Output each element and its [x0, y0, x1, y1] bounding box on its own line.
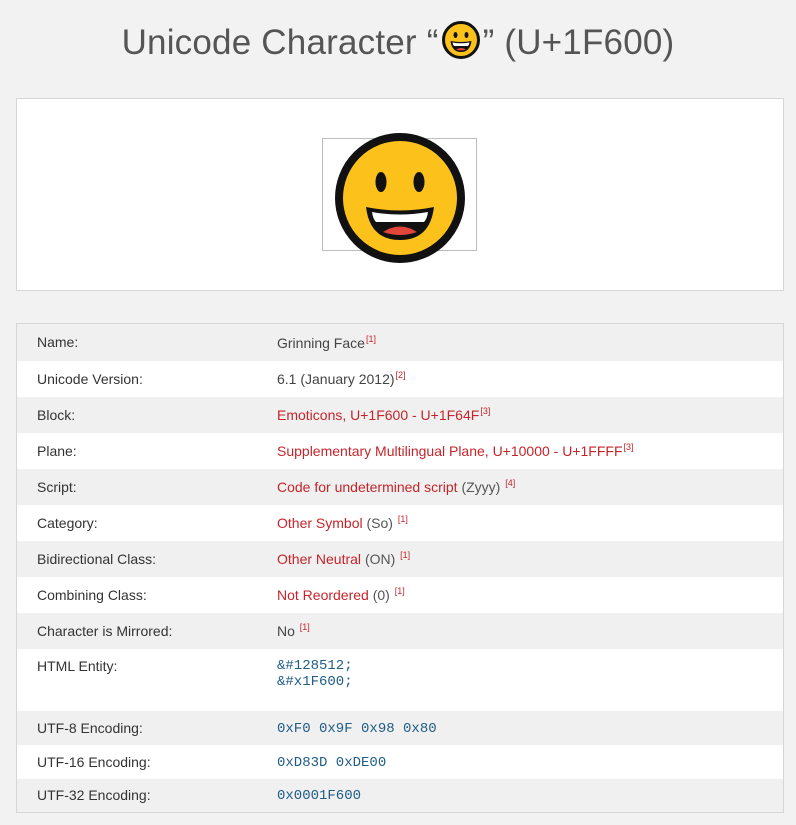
category-code: (So) [366, 515, 393, 531]
combining-class-code: (0) [372, 587, 390, 603]
title-prefix: Unicode Character “ [121, 23, 439, 62]
reference-link[interactable]: [1] [300, 622, 310, 632]
reference-link[interactable]: [1] [398, 514, 408, 524]
utf32-value: 0x0001F600 [277, 788, 362, 805]
script-link[interactable]: Code for undetermined script [277, 479, 458, 495]
table-row: Script: Code for undetermined script (Zy… [16, 468, 784, 505]
utf16-value: 0xD83D 0xDE00 [277, 754, 387, 771]
name-value: Grinning Face [277, 334, 365, 351]
row-label: Plane: [37, 442, 77, 459]
character-preview-frame [322, 133, 477, 263]
grinning-face-icon [335, 133, 465, 263]
script-code: (Zyyy) [461, 479, 501, 495]
row-label: Character is Mirrored: [37, 622, 173, 639]
row-label: Block: [37, 406, 76, 423]
grinning-face-icon [441, 21, 480, 59]
table-row: HTML Entity: &#128512; &#x1F600; [17, 649, 784, 711]
table-row: Combining Class: Not Reordered (0) [1] [17, 577, 784, 613]
table-row: UTF-32 Encoding: 0x0001F600 [16, 778, 784, 813]
table-row: Bidirectional Class: Other Neutral (ON) … [16, 540, 784, 577]
plane-link[interactable]: Supplementary Multilingual Plane, U+1000… [277, 443, 623, 459]
table-row: Category: Other Symbol (So) [1] [17, 505, 784, 541]
row-label: UTF-32 Encoding: [37, 787, 151, 804]
character-info-table: Name: Grinning Face[1] Unicode Version: … [16, 323, 784, 813]
bidi-class-link[interactable]: Other Neutral [277, 551, 361, 567]
html-entity-decimal: &#128512; [277, 657, 353, 674]
character-preview-panel [16, 98, 784, 291]
row-label: Category: [37, 514, 98, 531]
table-row: Unicode Version: 6.1 (January 2012)[2] [17, 361, 784, 397]
row-label: Script: [37, 478, 77, 495]
reference-link[interactable]: [1] [400, 550, 410, 560]
title-suffix: ” (U+1F600) [482, 23, 675, 62]
row-label: UTF-16 Encoding: [37, 753, 151, 770]
row-label: Unicode Version: [37, 370, 143, 387]
row-label: Bidirectional Class: [37, 550, 157, 567]
reference-link[interactable]: [2] [396, 370, 406, 380]
table-row: Character is Mirrored: No [1] [16, 612, 784, 649]
reference-link[interactable]: [1] [366, 334, 376, 344]
row-label: UTF-8 Encoding: [37, 719, 143, 736]
page-title: Unicode Character “ ” (U+1F600) [0, 20, 796, 63]
table-row: UTF-16 Encoding: 0xD83D 0xDE00 [17, 745, 784, 779]
table-row: UTF-8 Encoding: 0xF0 0x9F 0x98 0x80 [16, 710, 784, 745]
reference-link[interactable]: [4] [505, 478, 515, 488]
table-row: Plane: Supplementary Multilingual Plane,… [17, 433, 784, 469]
reference-link[interactable]: [1] [395, 586, 405, 596]
row-label: HTML Entity: [37, 657, 118, 674]
unicode-version-value: 6.1 (January 2012) [277, 371, 395, 387]
table-row: Name: Grinning Face[1] [16, 323, 784, 361]
block-link[interactable]: Emoticons, U+1F600 - U+1F64F [277, 407, 479, 423]
row-label: Name: [37, 334, 79, 351]
mirrored-value: No [277, 623, 295, 639]
html-entity-hex: &#x1F600; [277, 673, 353, 690]
reference-link[interactable]: [3] [624, 442, 634, 452]
category-link[interactable]: Other Symbol [277, 515, 363, 531]
row-label: Combining Class: [37, 586, 147, 603]
reference-link[interactable]: [3] [480, 406, 490, 416]
table-row: Block: Emoticons, U+1F600 - U+1F64F[3] [16, 396, 784, 433]
combining-class-link[interactable]: Not Reordered [277, 587, 369, 603]
utf8-value: 0xF0 0x9F 0x98 0x80 [277, 720, 437, 737]
bidi-class-code: (ON) [364, 551, 396, 567]
